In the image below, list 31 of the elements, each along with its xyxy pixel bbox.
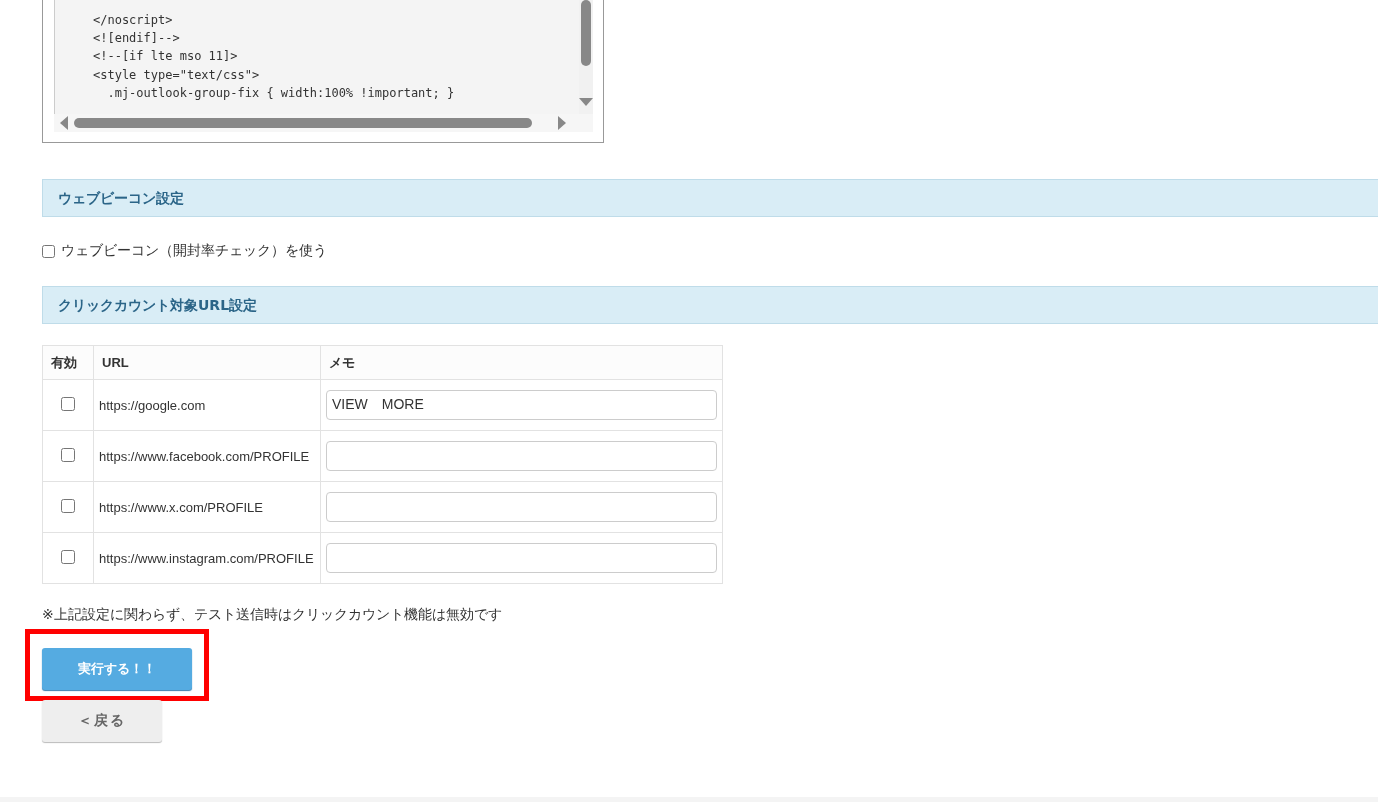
memo-field[interactable] <box>326 543 717 573</box>
column-header: 有効 <box>42 345 94 380</box>
memo-field[interactable]: VIEW MORE <box>326 390 717 420</box>
note-text: ※上記設定に関わらず、テスト送信時はクリックカウント機能は無効です <box>42 606 503 624</box>
column-header: URL <box>93 345 321 380</box>
scroll-left-icon[interactable] <box>60 116 68 130</box>
checkbox[interactable] <box>61 447 75 462</box>
url-cell: https://www.instagram.com/PROFILE <box>93 532 321 584</box>
vertical-scrollbar[interactable] <box>579 0 593 114</box>
checkbox-label: ウェブビーコン（開封率チェック）を使う <box>61 242 327 260</box>
section-header: クリックカウント対象URL設定 <box>42 286 1378 324</box>
url-cell: https://google.com <box>93 379 321 431</box>
scroll-right-icon[interactable] <box>558 116 566 130</box>
checkbox[interactable] <box>42 244 55 258</box>
checkbox[interactable] <box>61 498 75 513</box>
code-line: </noscript> <box>93 12 174 29</box>
column-header: メモ <box>320 345 723 380</box>
code-line: <!--[if lte mso 11]> <box>93 48 239 66</box>
code-line: .mj-outlook-group-fix { width:100% !important; } <box>106 84 456 102</box>
horizontal-scrollbar[interactable] <box>54 114 593 132</box>
section-header: ウェブビーコン設定 <box>42 179 1378 217</box>
url-cell: https://www.x.com/PROFILE <box>93 481 321 533</box>
checkbox[interactable] <box>61 549 75 564</box>
memo-field[interactable] <box>326 441 717 471</box>
memo-field[interactable] <box>326 492 717 522</box>
code-line: <![endif]--> <box>93 30 181 48</box>
code-line: <style type="text/css"> <box>93 66 261 84</box>
scroll-down-icon[interactable] <box>579 98 593 106</box>
checkbox[interactable] <box>61 396 75 411</box>
url-cell: https://www.facebook.com/PROFILE <box>93 430 321 482</box>
back-button[interactable]: ＜戻る <box>42 700 162 742</box>
